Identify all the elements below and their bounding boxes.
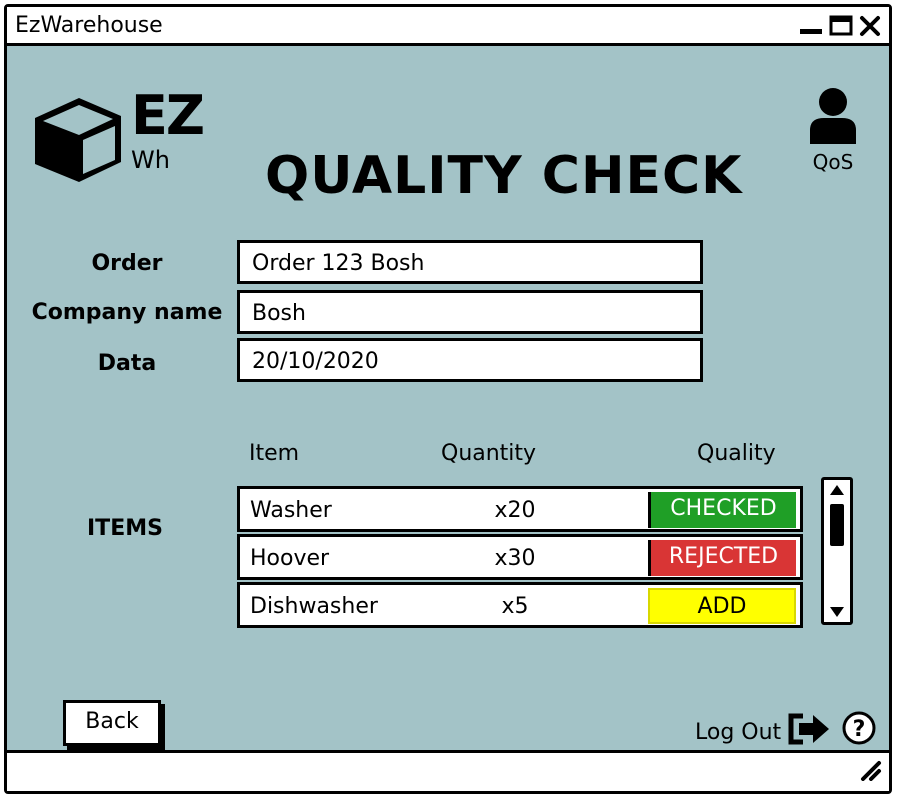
order-field[interactable]: Order 123 Bosh	[237, 240, 703, 284]
main-content: EZ Wh QUALITY CHECK QoS Order Order 123 …	[7, 46, 889, 756]
item-quantity: x20	[494, 498, 536, 523]
logo-text-ez: EZ	[131, 84, 205, 147]
date-label: Data	[97, 351, 157, 376]
help-icon[interactable]: ?	[841, 710, 877, 750]
scroll-down-icon[interactable]	[828, 604, 846, 620]
items-section-label: ITEMS	[87, 516, 163, 541]
back-button[interactable]: Back	[63, 700, 161, 746]
status-bar	[7, 750, 889, 791]
logo-text-wh: Wh	[131, 146, 170, 174]
item-quantity: x30	[494, 546, 536, 571]
svg-text:?: ?	[853, 717, 866, 742]
company-name-label: Company name	[31, 300, 223, 325]
table-row: Dishwasher x5 ADD	[237, 582, 803, 628]
scroll-thumb[interactable]	[830, 504, 844, 546]
item-name: Dishwasher	[250, 594, 378, 619]
title-bar: EzWarehouse	[7, 7, 889, 46]
app-window: EzWarehouse EZ Wh QUALITY CHECK QoS Orde…	[4, 4, 892, 794]
close-icon[interactable]	[859, 15, 881, 41]
resize-handle-icon[interactable]	[859, 759, 883, 785]
logout-button[interactable]: Log Out	[695, 710, 833, 754]
window-controls	[799, 15, 881, 41]
date-field[interactable]: 20/10/2020	[237, 338, 703, 382]
column-header-item: Item	[249, 441, 300, 466]
quality-rejected-button[interactable]: REJECTED	[648, 540, 796, 576]
box-logo-icon	[31, 90, 125, 190]
items-scrollbar[interactable]	[821, 477, 853, 625]
window-title: EzWarehouse	[15, 13, 163, 38]
item-quantity: x5	[501, 594, 529, 619]
maximize-icon[interactable]	[829, 15, 853, 41]
quality-checked-button[interactable]: CHECKED	[648, 492, 796, 528]
logout-label: Log Out	[695, 719, 782, 745]
item-name: Washer	[250, 498, 332, 523]
quality-add-button[interactable]: ADD	[648, 588, 796, 624]
user-icon	[810, 88, 856, 144]
table-row: Hoover x30 REJECTED	[237, 534, 803, 580]
table-row: Washer x20 CHECKED	[237, 486, 803, 532]
minimize-icon[interactable]	[799, 15, 823, 41]
item-name: Hoover	[250, 546, 330, 571]
company-name-field[interactable]: Bosh	[237, 290, 703, 334]
scroll-up-icon[interactable]	[828, 482, 846, 498]
column-header-quantity: Quantity	[441, 441, 537, 466]
logout-icon	[787, 710, 833, 754]
page-title: QUALITY CHECK	[265, 146, 743, 206]
order-label: Order	[91, 251, 163, 276]
column-header-quality: Quality	[697, 441, 776, 466]
user-profile[interactable]: QoS	[803, 86, 863, 174]
user-label: QoS	[812, 150, 854, 174]
